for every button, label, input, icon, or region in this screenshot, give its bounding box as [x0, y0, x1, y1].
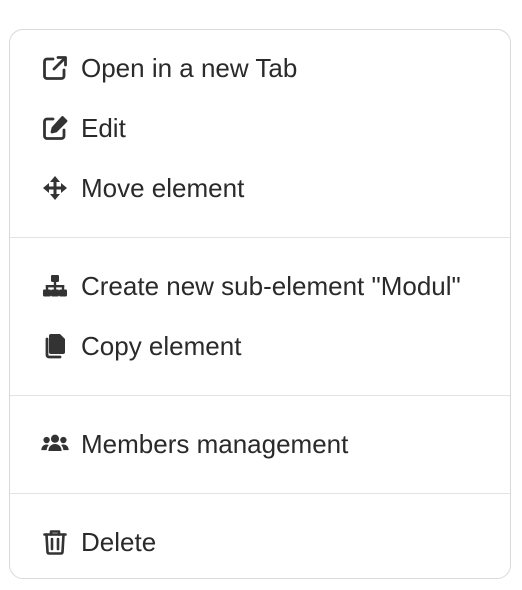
menu-item-label: Move element: [81, 173, 245, 203]
menu-item-label: Create new sub-element "Modul": [81, 271, 461, 301]
menu-item-open-in-new-tab[interactable]: Open in a new Tab: [10, 43, 510, 93]
menu-divider: [10, 395, 510, 396]
menu-item-label: Delete: [81, 527, 157, 557]
context-menu: Open in a new Tab Edit Move element Crea…: [9, 29, 511, 579]
menu-divider: [10, 237, 510, 238]
external-link-icon: [40, 53, 70, 83]
menu-item-label: Copy element: [81, 331, 242, 361]
copy-icon: [40, 331, 70, 361]
users-icon: [40, 429, 70, 459]
sitemap-icon: [40, 271, 70, 301]
move-arrows-icon: [40, 173, 70, 203]
menu-item-label: Edit: [81, 113, 126, 143]
menu-item-copy-element[interactable]: Copy element: [10, 321, 510, 371]
menu-item-members-management[interactable]: Members management: [10, 419, 510, 469]
edit-icon: [40, 113, 70, 143]
menu-item-move-element[interactable]: Move element: [10, 163, 510, 213]
menu-item-edit[interactable]: Edit: [10, 103, 510, 153]
menu-item-label: Open in a new Tab: [81, 53, 298, 83]
trash-icon: [40, 527, 70, 557]
menu-item-create-sub-element[interactable]: Create new sub-element "Modul": [10, 261, 510, 311]
menu-divider: [10, 493, 510, 494]
menu-item-delete[interactable]: Delete: [10, 517, 510, 567]
menu-item-label: Members management: [81, 429, 349, 459]
